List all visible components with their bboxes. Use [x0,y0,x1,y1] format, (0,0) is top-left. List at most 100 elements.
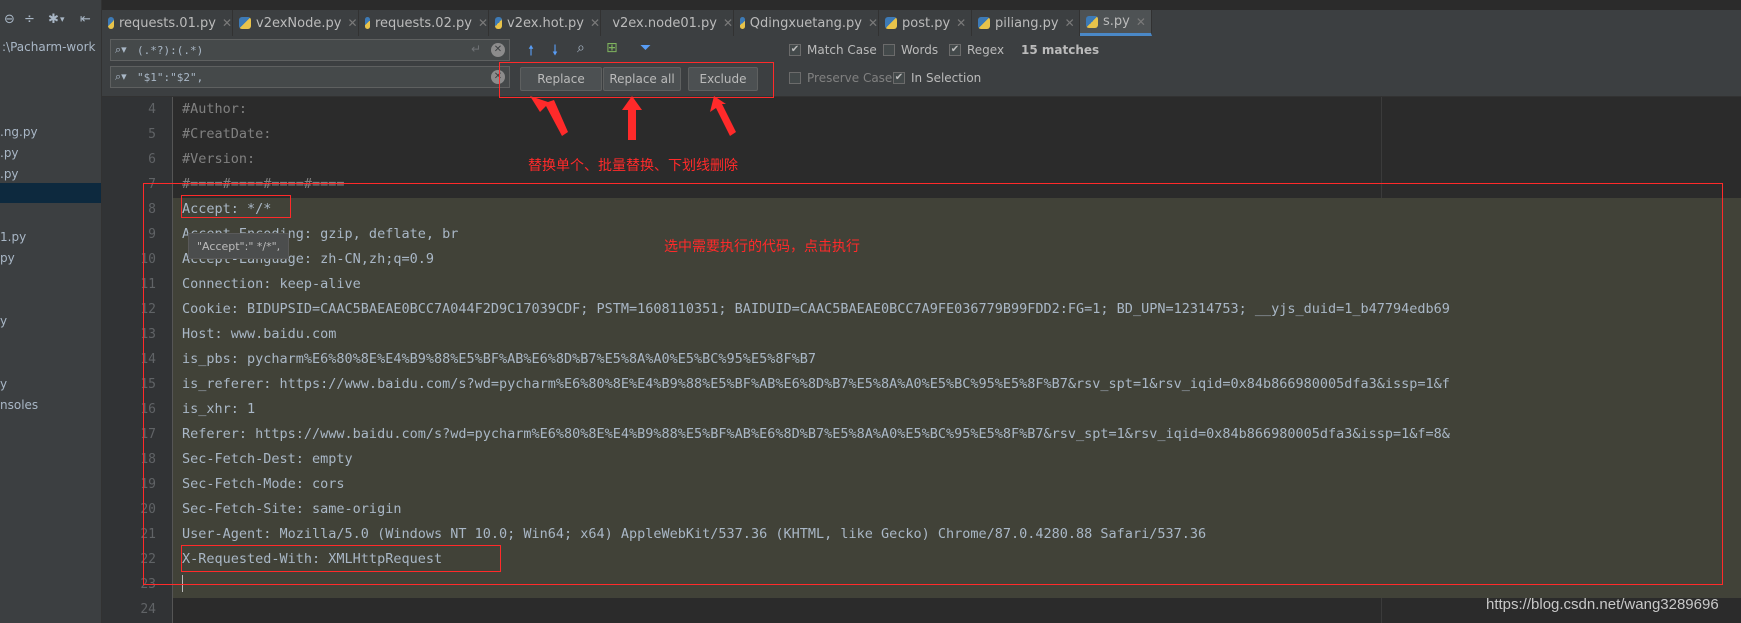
code-line[interactable]: #Version: [182,151,255,167]
tab-label: requests.01.py [118,15,216,31]
search-input[interactable] [137,42,467,58]
tab-requests02[interactable]: requests.02.py ✕ [359,10,489,36]
search-icon[interactable]: ⌕▾ [115,70,133,84]
checkbox-icon[interactable] [883,44,895,56]
arrow-up-icon[interactable]: 🠕 [528,40,534,64]
in-selection-option[interactable]: ✔ In Selection [893,71,981,85]
tab-label: v2exNode.py [256,15,342,31]
scroll-from-source-icon[interactable]: ÷ [24,12,35,27]
python-file-icon [495,17,502,29]
tab-requests01[interactable]: requests.01.py ✕ [102,10,233,36]
selection-highlight-box [143,183,1723,585]
tab-label: s.py [1103,14,1130,29]
project-item[interactable]: y [0,377,7,391]
project-root[interactable]: :\Pacharm-work [2,40,95,54]
project-item[interactable]: py [0,251,15,265]
close-icon[interactable]: ✕ [222,16,232,30]
arrow-down-icon[interactable]: 🠗 [552,40,558,64]
preserve-case-option[interactable]: Preserve Case [789,71,892,85]
tab-qdingxuetang[interactable]: Qdingxuetang.py ✕ [734,10,879,36]
search-field[interactable]: ⌕▾ ↵ ✕ [110,39,510,61]
python-file-icon [740,17,745,29]
buttons-highlight-box [499,62,774,98]
close-icon[interactable]: ✕ [723,16,733,30]
tab-v2exnode[interactable]: v2exNode.py ✕ [233,10,359,36]
close-icon[interactable]: ✕ [868,16,878,30]
tab-label: v2ex.node01.py [612,15,717,31]
tab-v2exnode01[interactable]: v2ex.node01.py ✕ [601,10,734,36]
python-file-icon [885,17,897,29]
clear-icon[interactable]: ✕ [491,43,505,57]
regex-option[interactable]: ✔ Regex [949,43,1004,57]
option-label: Words [901,43,939,57]
option-label: In Selection [911,71,982,85]
buttons-annotation: 替换单个、批量替换、下划线删除 [528,158,738,174]
tab-label: requests.02.py [374,15,472,31]
checkbox-icon[interactable] [789,72,801,84]
project-panel: ⊖ ÷ ✱ ▾ ⇤ :\Pacharm-work .ng.py .py .py … [0,0,102,623]
newline-icon[interactable]: ↵ [471,42,481,56]
close-icon[interactable]: ✕ [956,16,966,30]
close-icon[interactable]: ✕ [1136,15,1146,29]
checkbox-checked-icon[interactable]: ✔ [789,44,801,56]
option-label: Match Case [807,43,877,57]
selected-file-row[interactable] [0,183,101,203]
project-item[interactable]: nsoles [0,398,38,412]
tab-label: Qdingxuetang.py [749,15,862,31]
python-file-icon [1086,15,1098,28]
tab-v2exhot[interactable]: v2ex.hot.py ✕ [489,10,601,36]
code-line[interactable]: #CreatDate: [182,126,271,142]
watermark: https://blog.csdn.net/wang3289696 [1486,596,1719,613]
python-file-icon [978,17,990,29]
close-icon[interactable]: ✕ [347,16,357,30]
tab-piliang[interactable]: piliang.py ✕ [972,10,1080,36]
python-file-icon [239,17,251,29]
editor-tab-bar: requests.01.py ✕ v2exNode.py ✕ requests.02… [102,10,1741,37]
close-icon[interactable]: ✕ [590,16,600,30]
tab-post[interactable]: post.py ✕ [879,10,972,36]
first-match-box [181,195,291,218]
option-label: Preserve Case [807,71,893,85]
gear-icon[interactable]: ✱ [48,12,59,27]
collapse-icon[interactable]: ⊖ [4,12,15,27]
line-number: 4 [148,102,156,117]
project-toolbar: ⊖ ÷ ✱ ▾ ⇤ [0,10,101,32]
match-count: 15 matches [1021,43,1100,57]
replace-input[interactable] [137,69,467,85]
close-icon[interactable]: ✕ [478,16,488,30]
arrow-replace-icon [530,96,568,136]
tab-label: post.py [902,15,951,31]
project-item[interactable]: .ng.py [0,125,38,139]
tab-label: piliang.py [995,15,1059,31]
search-icon[interactable]: ⌕▾ [115,43,133,57]
line-number: 6 [148,152,156,167]
close-icon[interactable]: ✕ [1065,16,1075,30]
tab-label: v2ex.hot.py [507,15,584,31]
chevron-down-icon[interactable]: ▾ [60,15,65,25]
line-number: 5 [148,127,156,142]
project-item[interactable]: .py [0,146,19,160]
find-all-icon[interactable]: ⌕ [577,40,585,56]
select-all-icon[interactable]: ⊞ [606,40,618,56]
selection-annotation: 选中需要执行的代码，点击执行 [664,239,860,255]
arrow-exclude-icon [710,96,736,136]
project-item[interactable]: y [0,314,7,328]
option-label: Regex [967,43,1005,57]
match-case-option[interactable]: ✔ Match Case [789,43,877,57]
hide-panel-icon[interactable]: ⇤ [80,12,91,27]
filter-icon[interactable]: ⏷ [640,40,651,56]
project-item[interactable]: .py [0,167,19,181]
arrow-replace-all-icon [622,96,642,140]
checkbox-checked-icon[interactable]: ✔ [893,72,905,84]
tab-s[interactable]: s.py ✕ [1080,10,1152,36]
words-option[interactable]: Words [883,43,938,57]
code-line[interactable]: #Author: [182,101,247,117]
annotation-arrows [530,96,736,140]
python-file-icon [365,17,370,29]
project-item[interactable]: 1.py [0,230,26,244]
checkbox-checked-icon[interactable]: ✔ [949,44,961,56]
line-number: 24 [140,602,156,617]
last-match-box [181,545,501,572]
replace-field[interactable]: ⌕▾ ✕ [110,66,510,88]
python-file-icon [108,17,114,29]
